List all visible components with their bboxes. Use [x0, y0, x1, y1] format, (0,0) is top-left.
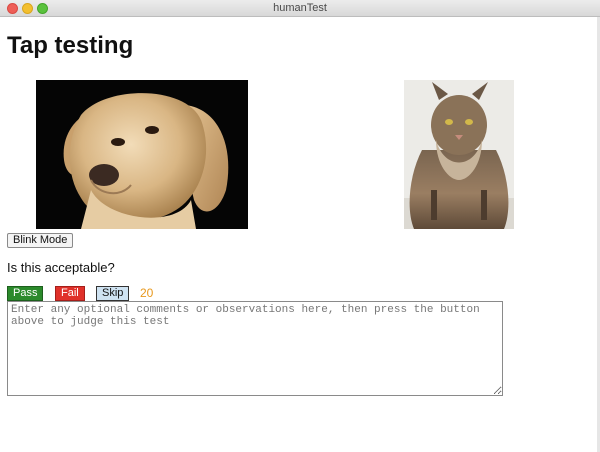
window-title: humanTest — [273, 2, 327, 14]
dog-photo — [36, 80, 248, 229]
window-titlebar[interactable]: humanTest — [0, 0, 600, 17]
comments-textarea[interactable] — [7, 301, 503, 396]
test-counter: 20 — [140, 286, 154, 300]
pass-button[interactable]: Pass — [7, 286, 44, 301]
page-title: Tap testing — [7, 32, 134, 59]
fail-button[interactable]: Fail — [55, 286, 85, 301]
blink-mode-button[interactable]: Blink Mode — [7, 233, 74, 248]
cat-photo — [404, 80, 514, 229]
skip-button[interactable]: Skip — [96, 286, 130, 301]
acceptance-question: Is this acceptable? — [7, 260, 115, 275]
